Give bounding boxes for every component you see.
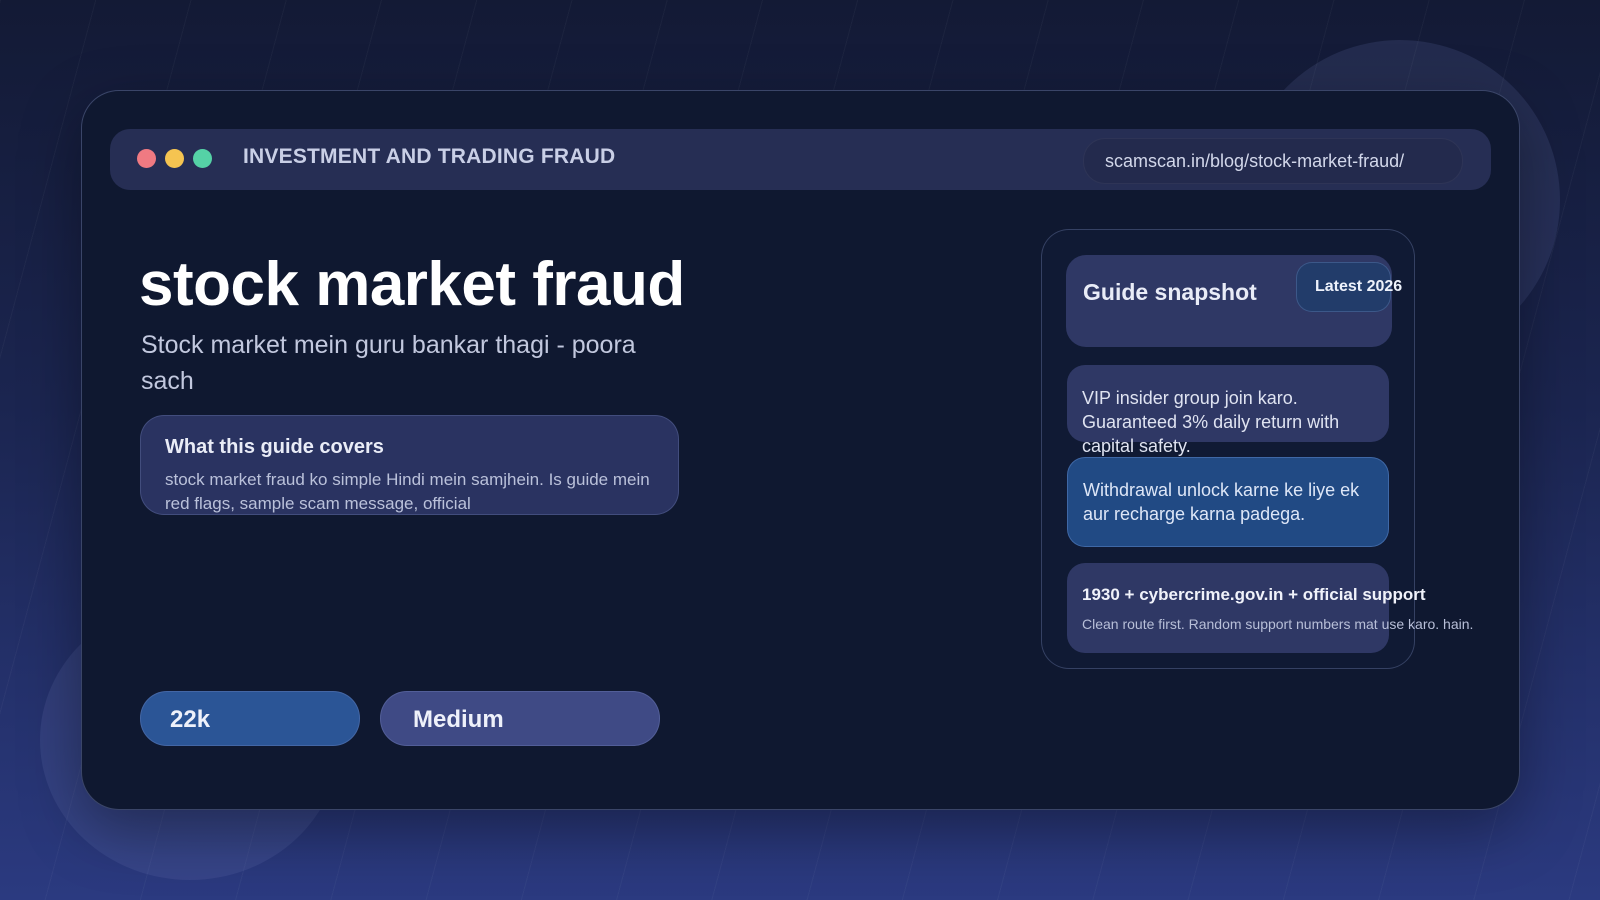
views-count: 22k: [170, 706, 211, 733]
url-bar[interactable]: scamscan.in/blog/stock-market-fraud/: [1083, 138, 1463, 184]
minimize-window-dot-icon[interactable]: [165, 149, 184, 168]
maximize-window-dot-icon[interactable]: [193, 149, 212, 168]
page-subtitle: Stock market mein guru bankar thagi - po…: [141, 331, 636, 395]
difficulty-label: Medium: [413, 706, 504, 733]
latest-badge-label: Latest 2026: [1315, 278, 1403, 295]
guide-snapshot-panel: Guide snapshot Latest 2026 VIP insider g…: [1041, 229, 1473, 669]
official-support-title: 1930 + cybercrime.gov.in + official supp…: [1082, 585, 1426, 604]
snapshot-header-card: Guide snapshot Latest 2026: [1066, 255, 1402, 347]
snapshot-title: Guide snapshot: [1083, 279, 1257, 305]
guide-covers-heading: What this guide covers: [165, 436, 384, 458]
window-title: INVESTMENT AND TRADING FRAUD: [243, 145, 616, 168]
recharge-message-card: Withdrawal unlock karne ke liye ek aur r…: [1067, 457, 1389, 547]
title-bar: INVESTMENT AND TRADING FRAUD scamscan.in…: [110, 129, 1491, 190]
close-window-dot-icon[interactable]: [137, 149, 156, 168]
official-support-card: 1930 + cybercrime.gov.in + official supp…: [1067, 563, 1473, 653]
scam-message-card: VIP insider group join karo. Guaranteed …: [1067, 365, 1389, 456]
recharge-message-text: Withdrawal unlock karne ke liye ek aur r…: [1083, 480, 1360, 524]
guide-covers-text: stock market fraud ko simple Hindi mein …: [165, 470, 650, 513]
latest-badge: Latest 2026: [1296, 262, 1402, 312]
url-text: scamscan.in/blog/stock-market-fraud/: [1105, 151, 1405, 171]
browser-window: INVESTMENT AND TRADING FRAUD scamscan.in…: [81, 90, 1520, 810]
views-pill: 22k: [140, 691, 360, 746]
guide-covers-card: What this guide covers stock market frau…: [140, 415, 679, 515]
difficulty-pill: Medium: [380, 691, 660, 746]
scam-message-text: VIP insider group join karo. Guaranteed …: [1082, 388, 1340, 456]
page-title: stock market fraud: [139, 250, 685, 319]
official-support-text: Clean route first. Random support number…: [1082, 616, 1474, 632]
